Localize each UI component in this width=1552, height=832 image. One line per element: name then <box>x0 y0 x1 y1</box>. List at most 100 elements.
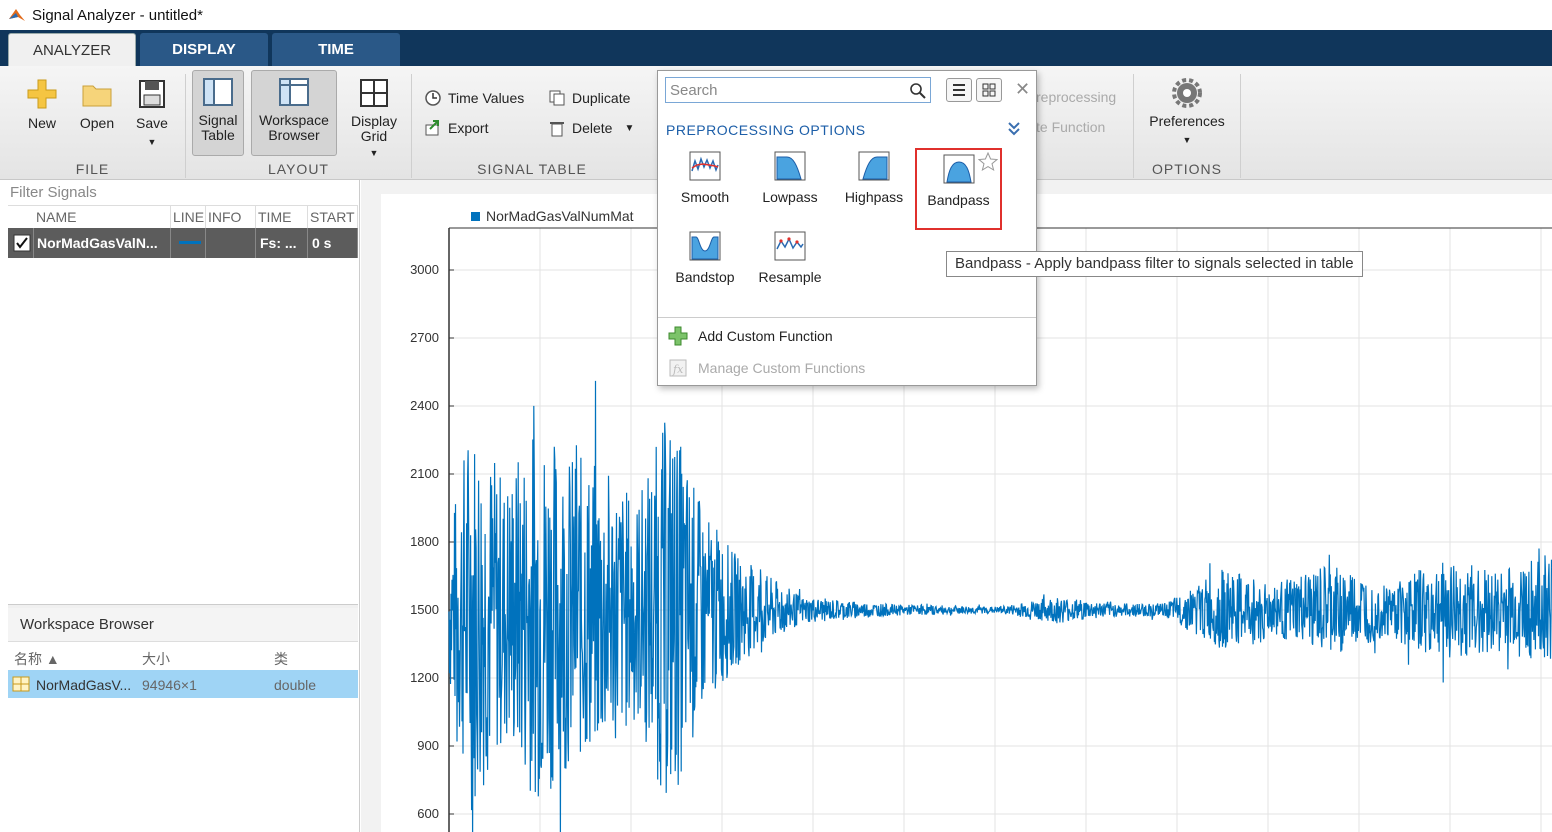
filter-signals-input[interactable]: Filter Signals <box>8 180 358 206</box>
open-button[interactable]: Open <box>74 78 120 131</box>
gallery-item-smooth[interactable]: Smooth <box>663 147 747 227</box>
new-label: New <box>27 115 56 131</box>
column-header-info[interactable]: INFO <box>206 206 256 228</box>
preprocessing-label-partial: reprocessing <box>1036 89 1117 105</box>
manage-custom-functions-item[interactable]: fx Manage Custom Functions <box>668 358 865 378</box>
checkbox-checked-icon <box>13 234 31 252</box>
time-values-button[interactable]: Time Values <box>424 89 524 107</box>
workspace-browser-toggle[interactable]: Workspace Browser <box>251 70 337 156</box>
preferences-label: Preferences <box>1149 113 1225 129</box>
workspace-browser-label-2: Browser <box>268 127 320 143</box>
display-grid-dropdown-icon[interactable]: ▼ <box>344 146 404 161</box>
variable-size: 94946×1 <box>142 677 197 693</box>
workspace-browser: Workspace Browser 名称 ▲ 大小 类 NorMadGasV..… <box>8 608 358 698</box>
collapse-category-icon[interactable] <box>1007 121 1021 137</box>
gallery-item-highpass[interactable]: Highpass <box>832 147 916 227</box>
save-dropdown-icon[interactable]: ▼ <box>130 135 174 150</box>
window-titlebar: Signal Analyzer - untitled* <box>0 0 1552 30</box>
function-settings-icon: fx <box>669 359 687 377</box>
signal-name-cell[interactable]: NorMadGasValN... <box>34 228 171 258</box>
duplicate-button[interactable]: Duplicate <box>548 89 630 107</box>
signal-series-line <box>448 380 1552 832</box>
favorite-star-icon[interactable] <box>978 152 998 172</box>
display-grid-label-2: Grid <box>360 128 388 144</box>
column-header-start[interactable]: START <box>308 206 358 228</box>
left-pane: Filter Signals NAME LINE INFO TIME START… <box>8 180 360 832</box>
signal-start-cell[interactable]: 0 s <box>308 228 358 258</box>
save-label: Save <box>136 115 168 131</box>
trash-icon <box>550 122 564 137</box>
workspace-variable-row[interactable]: NorMadGasV... 94946×1 double <box>8 670 358 698</box>
browser-layout-icon <box>279 78 309 106</box>
preprocessing-gallery-popup: Search ✕ PREPROCESSING OPTIONS Smooth Lo… <box>657 70 1037 386</box>
export-label: Export <box>448 120 489 136</box>
line-color-swatch <box>179 241 201 244</box>
manage-custom-functions-label: Manage Custom Functions <box>698 360 866 376</box>
add-custom-function-label: Add Custom Function <box>698 328 833 344</box>
window-title: Signal Analyzer - untitled* <box>32 6 203 24</box>
smooth-label: Smooth <box>680 189 730 205</box>
tab-time[interactable]: TIME <box>272 33 400 66</box>
column-header-line[interactable]: LINE <box>171 206 206 228</box>
bandstop-filter-icon <box>689 231 721 261</box>
smooth-icon <box>689 151 721 181</box>
gallery-item-bandstop[interactable]: Bandstop <box>663 227 747 307</box>
add-custom-function-item[interactable]: Add Custom Function <box>668 326 833 346</box>
floppy-disk-icon <box>139 80 165 108</box>
signal-info-cell[interactable] <box>206 228 256 258</box>
matlab-logo-icon <box>9 9 25 21</box>
wb-column-class[interactable]: 类 <box>274 649 288 669</box>
column-header-time[interactable]: TIME <box>256 206 308 228</box>
custom-function-button-partial[interactable]: te Function <box>1036 119 1105 135</box>
group-label-layout: LAYOUT <box>268 161 329 177</box>
gallery-item-bandpass[interactable]: Bandpass <box>915 148 1002 230</box>
preferences-dropdown-icon[interactable]: ▼ <box>1140 133 1234 148</box>
signal-table-toggle[interactable]: Signal Table <box>192 70 244 156</box>
delete-dropdown-icon[interactable]: ▼ <box>624 123 634 134</box>
group-label-file: FILE <box>75 161 110 177</box>
workspace-browser-header: 名称 ▲ 大小 类 <box>8 642 358 670</box>
gallery-search-input[interactable]: Search <box>665 77 931 103</box>
new-button[interactable]: New <box>20 78 64 131</box>
list-view-button[interactable] <box>946 78 972 102</box>
grid-view-button[interactable] <box>976 78 1002 102</box>
export-button[interactable]: Export <box>424 119 488 137</box>
ribbon-separator <box>1240 74 1241 178</box>
tab-analyzer[interactable]: ANALYZER <box>8 33 136 66</box>
signal-row[interactable]: NorMadGasValN... Fs: ... 0 s <box>8 228 358 258</box>
column-header-name[interactable]: NAME <box>34 206 171 228</box>
resample-label: Resample <box>758 269 822 285</box>
signal-checkbox[interactable] <box>10 228 34 258</box>
variable-class: double <box>274 677 317 693</box>
bandpass-filter-icon <box>943 154 974 184</box>
variable-table-icon <box>12 676 30 695</box>
bandpass-tooltip: Bandpass - Apply bandpass filter to sign… <box>946 251 1363 277</box>
tab-display[interactable]: DISPLAY <box>140 33 268 66</box>
ribbon-tabstrip: ANALYZER DISPLAY TIME <box>0 30 1552 66</box>
display-grid-button[interactable]: Display Grid ▼ <box>344 78 404 161</box>
resample-icon <box>774 231 806 261</box>
gallery-category-title: PREPROCESSING OPTIONS <box>666 122 866 138</box>
wb-column-name[interactable]: 名称 ▲ <box>14 649 60 669</box>
clock-icon <box>425 90 441 106</box>
gallery-item-lowpass[interactable]: Lowpass <box>748 147 832 227</box>
signal-line-cell[interactable] <box>171 228 206 258</box>
gallery-item-resample[interactable]: Resample <box>748 227 832 307</box>
group-label-options: OPTIONS <box>1151 161 1222 177</box>
close-icon[interactable]: ✕ <box>1015 79 1030 100</box>
preferences-button[interactable]: Preferences ▼ <box>1140 78 1234 148</box>
highpass-filter-icon <box>858 151 890 181</box>
custom-function-label-partial: te Function <box>1036 119 1106 135</box>
delete-button[interactable]: Delete ▼ <box>548 119 634 137</box>
popup-divider <box>658 317 1036 318</box>
preprocessing-button-partial[interactable]: reprocessing <box>1036 89 1116 105</box>
signal-time-cell[interactable]: Fs: ... <box>256 228 308 258</box>
highpass-label: Highpass <box>844 189 904 205</box>
variable-name: NorMadGasV... <box>36 677 132 693</box>
search-icon <box>910 83 926 99</box>
save-button[interactable]: Save ▼ <box>130 78 174 150</box>
display-grid-label-1: Display <box>351 113 397 129</box>
lowpass-filter-icon <box>774 151 806 181</box>
wb-column-size[interactable]: 大小 <box>142 649 170 669</box>
folder-icon <box>82 85 112 107</box>
